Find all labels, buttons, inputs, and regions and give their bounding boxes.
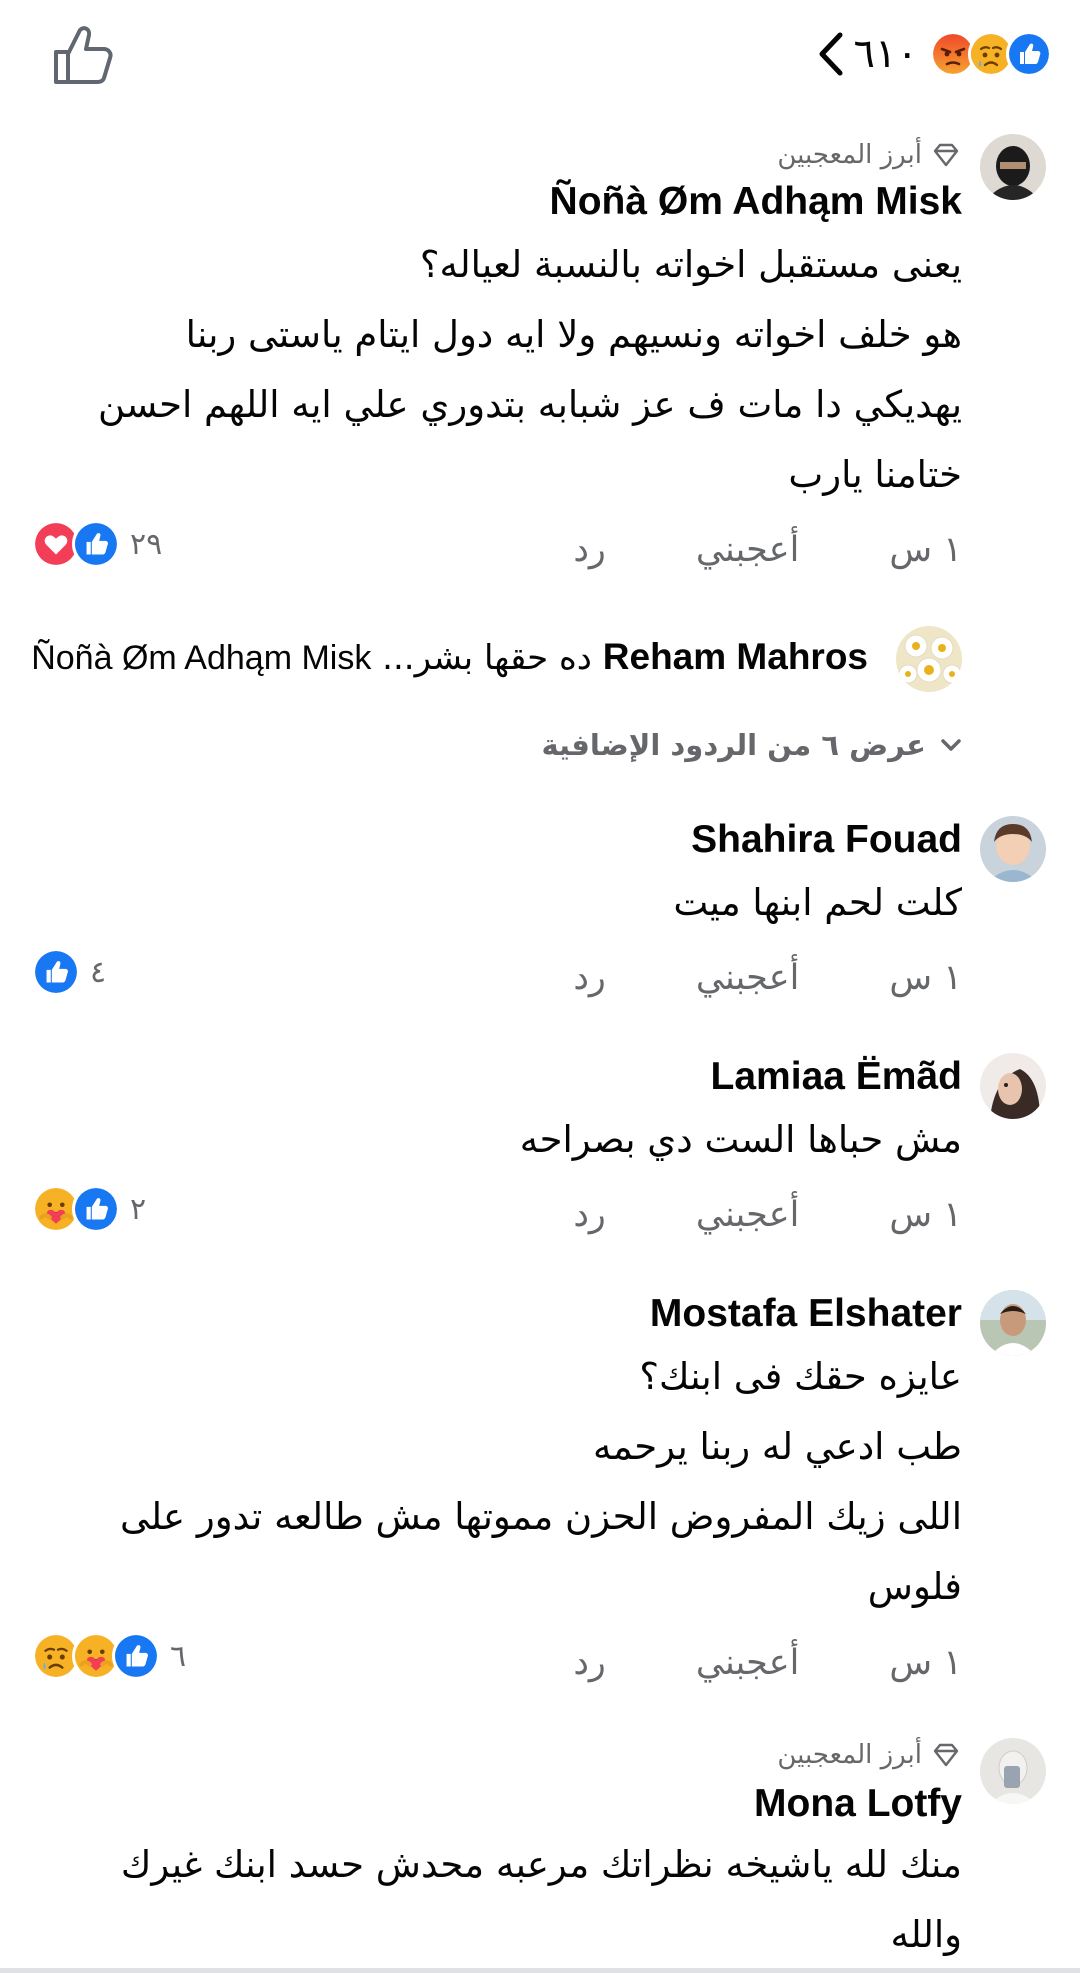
- chevron-down-icon: [941, 739, 961, 751]
- comment-reactions[interactable]: ٦: [32, 1632, 186, 1680]
- like-outline-icon[interactable]: [50, 22, 116, 88]
- comment-reactions[interactable]: ٢٩: [32, 520, 162, 568]
- comment-author[interactable]: Ñoñà Øm Adhąm Misk: [550, 180, 962, 224]
- top-fan-label: أبرز المعجبين: [777, 1740, 922, 1770]
- reaction-count: ٢: [130, 1191, 147, 1227]
- comment-line: هو خلف اخواته ونسيهم ولا ايه دول ايتام ي…: [185, 313, 962, 356]
- avatar[interactable]: [980, 134, 1046, 200]
- reply-button[interactable]: رد: [573, 1195, 606, 1235]
- avatar[interactable]: [980, 1738, 1046, 1804]
- like-button[interactable]: أعجبني: [696, 1195, 800, 1235]
- like-reaction-icon: [1006, 31, 1052, 77]
- comment-reactions[interactable]: ٢: [32, 1185, 146, 1233]
- comment-author[interactable]: Mostafa Elshater: [650, 1292, 962, 1336]
- reaction-count: ٦: [170, 1638, 187, 1674]
- diamond-icon: [933, 1743, 959, 1767]
- comment-line: اللى زيك المفروض الحزن مموتها مش طالعه ت…: [119, 1495, 962, 1538]
- header-reaction-summary[interactable]: ٦١٠: [814, 24, 1052, 84]
- comment-line: ختامنا يارب: [788, 453, 962, 496]
- reply-button[interactable]: رد: [573, 958, 606, 998]
- comment-line: طب ادعي له ربنا يرحمه: [592, 1425, 962, 1468]
- reply-author[interactable]: Reham Mahros: [603, 636, 868, 677]
- comment-time: ١ س: [889, 1195, 962, 1235]
- comment-time: ١ س: [889, 530, 962, 570]
- comment-line: فلوس: [867, 1565, 962, 1608]
- comment-line: يهديكي دا مات ف عز شبابه بتدوري علي ايه …: [97, 383, 962, 426]
- comment-line: والله: [890, 1913, 962, 1956]
- divider: [0, 1968, 1080, 1973]
- like-reaction-icon: [72, 520, 120, 568]
- comment-actions: ١ س أعجبني رد: [573, 530, 962, 570]
- avatar[interactable]: [980, 1053, 1046, 1119]
- reaction-count: ٦١٠: [853, 31, 918, 77]
- top-fan-label: أبرز المعجبين: [777, 140, 922, 170]
- comment-actions: ١ س أعجبني رد: [573, 958, 962, 998]
- reply-preview-text: Reham Mahros ده حقها بشر... Ñoñà Øm Adhą…: [28, 636, 868, 678]
- like-reaction-icon: [72, 1185, 120, 1233]
- like-button[interactable]: أعجبني: [696, 958, 800, 998]
- comment-actions: ١ س أعجبني رد: [573, 1195, 962, 1235]
- avatar[interactable]: [980, 816, 1046, 882]
- comment-line: منك لله ياشيخه نظراتك مرعبه محدش حسد ابن…: [120, 1843, 962, 1886]
- comment-text: منك لله ياشيخه نظراتك مرعبه محدش حسد ابن…: [62, 1830, 962, 1970]
- comment-actions: ١ س أعجبني رد: [573, 1643, 962, 1683]
- comment-line: يعنى مستقبل اخواته بالنسبة لعياله؟: [419, 243, 962, 286]
- reply-snippet: ده حقها بشر...: [382, 638, 592, 678]
- comment-author[interactable]: Shahira Fouad: [691, 818, 962, 862]
- like-reaction-icon: [112, 1632, 160, 1680]
- comment-author[interactable]: Mona Lotfy: [754, 1782, 962, 1826]
- reactions-header: ٦١٠: [0, 0, 1080, 110]
- view-more-replies-label: عرض ٦ من الردود الإضافية: [541, 728, 926, 762]
- diamond-icon: [933, 143, 959, 167]
- reaction-count: ٤: [90, 954, 107, 990]
- comment-text: مش حباها الست دي بصراحه: [62, 1105, 962, 1175]
- comment-line: مش حباها الست دي بصراحه: [519, 1118, 962, 1161]
- comment-text: كلت لحم ابنها ميت: [62, 868, 962, 938]
- avatar[interactable]: [896, 626, 962, 692]
- reply-mention[interactable]: Ñoñà Øm Adhąm Misk: [31, 639, 371, 677]
- reply-preview[interactable]: Reham Mahros ده حقها بشر... Ñoñà Øm Adhą…: [0, 622, 1080, 702]
- comment-text: يعنى مستقبل اخواته بالنسبة لعياله؟ هو خل…: [62, 230, 962, 510]
- comment-author[interactable]: Lamiaa Ëmãd: [711, 1055, 962, 1099]
- comment-line: عايزه حقك فى ابنك؟: [639, 1355, 962, 1398]
- comment-reactions[interactable]: ٤: [32, 948, 106, 996]
- comment-text: عايزه حقك فى ابنك؟ طب ادعي له ربنا يرحمه…: [62, 1342, 962, 1622]
- comment-time: ١ س: [889, 958, 962, 998]
- top-fan-badge: أبرز المعجبين: [777, 1740, 960, 1770]
- top-fan-badge: أبرز المعجبين: [777, 140, 960, 170]
- like-reaction-icon: [32, 948, 80, 996]
- header-reaction-icons: [930, 31, 1052, 77]
- chevron-left-icon[interactable]: [814, 29, 848, 79]
- like-button[interactable]: أعجبني: [696, 1643, 800, 1683]
- reply-button[interactable]: رد: [573, 1643, 606, 1683]
- reaction-count: ٢٩: [130, 526, 163, 562]
- comments-page: ٦١٠ أبرز المعجبين Ñoñà Øm Adhąm Misk يعن…: [0, 0, 1080, 1973]
- reply-button[interactable]: رد: [573, 530, 606, 570]
- like-button[interactable]: أعجبني: [696, 530, 800, 570]
- comment-time: ١ س: [889, 1643, 962, 1683]
- comment-line: كلت لحم ابنها ميت: [673, 881, 962, 924]
- view-more-replies-button[interactable]: عرض ٦ من الردود الإضافية: [541, 728, 962, 762]
- avatar[interactable]: [980, 1290, 1046, 1356]
